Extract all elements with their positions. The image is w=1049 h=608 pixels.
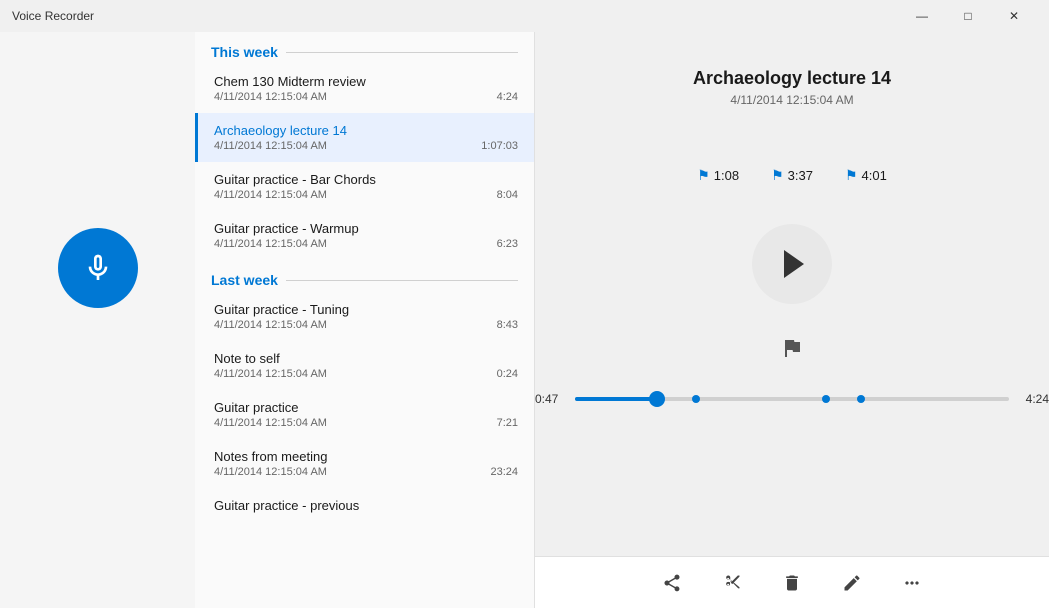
trim-icon bbox=[722, 573, 742, 593]
recording-title: Guitar practice - Tuning bbox=[214, 302, 518, 317]
record-button[interactable] bbox=[58, 228, 138, 308]
marker: ⚑ 3:37 bbox=[771, 167, 813, 184]
edit-icon bbox=[842, 573, 862, 593]
more-button[interactable] bbox=[894, 565, 930, 601]
recording-duration: 0:24 bbox=[497, 368, 518, 380]
section-header: Last week bbox=[195, 260, 534, 292]
add-marker-button[interactable] bbox=[780, 336, 804, 360]
recording-title: Chem 130 Midterm review bbox=[214, 74, 518, 89]
recording-item-bottom: 4/11/2014 12:15:04 AM 0:24 bbox=[214, 368, 518, 380]
recording-title: Guitar practice bbox=[214, 400, 518, 415]
share-button[interactable] bbox=[654, 565, 690, 601]
sidebar bbox=[0, 32, 195, 608]
delete-button[interactable] bbox=[774, 565, 810, 601]
close-button[interactable]: ✕ bbox=[991, 0, 1037, 32]
recording-item[interactable]: Guitar practice - Warmup 4/11/2014 12:15:… bbox=[195, 211, 534, 260]
recording-item-bottom: 4/11/2014 12:15:04 AM 23:24 bbox=[214, 466, 518, 478]
recording-item[interactable]: Guitar practice 4/11/2014 12:15:04 AM 7:21 bbox=[195, 390, 534, 439]
recording-date: 4/11/2014 12:15:04 AM bbox=[214, 91, 327, 103]
recording-item[interactable]: Guitar practice - Bar Chords 4/11/2014 12… bbox=[195, 162, 534, 211]
window-controls: — □ ✕ bbox=[899, 0, 1037, 32]
recording-duration: 8:04 bbox=[497, 189, 518, 201]
recording-date: 4/11/2014 12:15:04 AM bbox=[214, 140, 327, 152]
recording-date: 4/11/2014 12:15:04 AM bbox=[214, 417, 327, 429]
recording-item[interactable]: Notes from meeting 4/11/2014 12:15:04 AM 2… bbox=[195, 439, 534, 488]
section-header: This week bbox=[195, 32, 534, 64]
progress-area: 0:47 4:24 bbox=[535, 392, 1049, 406]
marker-time: 1:08 bbox=[714, 168, 739, 183]
recording-date: 4/11/2014 12:15:04 AM bbox=[214, 466, 327, 478]
recording-title: Guitar practice - Bar Chords bbox=[214, 172, 518, 187]
main-content: This week Chem 130 Midterm review 4/11/201… bbox=[0, 32, 1049, 608]
recording-item-bottom: 4/11/2014 12:15:04 AM 7:21 bbox=[214, 417, 518, 429]
marker: ⚑ 4:01 bbox=[845, 167, 887, 184]
player-main: Archaeology lecture 14 4/11/2014 12:15:0… bbox=[535, 32, 1049, 556]
rename-button[interactable] bbox=[834, 565, 870, 601]
progress-marker-dot bbox=[857, 395, 865, 403]
maximize-button[interactable]: □ bbox=[945, 0, 991, 32]
play-button[interactable] bbox=[752, 224, 832, 304]
recording-item-bottom: 4/11/2014 12:15:04 AM 8:04 bbox=[214, 189, 518, 201]
recording-duration: 23:24 bbox=[490, 466, 518, 478]
recording-title: Note to self bbox=[214, 351, 518, 366]
marker-flag-icon: ⚑ bbox=[697, 167, 710, 184]
player-title: Archaeology lecture 14 bbox=[693, 68, 891, 89]
recording-item[interactable]: Note to self 4/11/2014 12:15:04 AM 0:24 bbox=[195, 341, 534, 390]
recording-item-bottom: 4/11/2014 12:15:04 AM 8:43 bbox=[214, 319, 518, 331]
microphone-icon bbox=[82, 252, 114, 284]
recording-duration: 7:21 bbox=[497, 417, 518, 429]
more-icon bbox=[902, 573, 922, 593]
recording-item[interactable]: Chem 130 Midterm review 4/11/2014 12:15:0… bbox=[195, 64, 534, 113]
recording-title: Notes from meeting bbox=[214, 449, 518, 464]
recording-date: 4/11/2014 12:15:04 AM bbox=[214, 368, 327, 380]
marker: ⚑ 1:08 bbox=[697, 167, 739, 184]
markers-row: ⚑ 1:08 ⚑ 3:37 ⚑ 4:01 bbox=[697, 167, 887, 184]
marker-time: 3:37 bbox=[788, 168, 813, 183]
progress-fill bbox=[575, 397, 657, 401]
recording-item-bottom: 4/11/2014 12:15:04 AM 4:24 bbox=[214, 91, 518, 103]
recording-title: Guitar practice - previous bbox=[214, 498, 518, 513]
app-title: Voice Recorder bbox=[12, 9, 899, 23]
trim-button[interactable] bbox=[714, 565, 750, 601]
marker-flag-icon: ⚑ bbox=[845, 167, 858, 184]
progress-marker-dot bbox=[822, 395, 830, 403]
recording-date: 4/11/2014 12:15:04 AM bbox=[214, 189, 327, 201]
recording-list: This week Chem 130 Midterm review 4/11/201… bbox=[195, 32, 535, 608]
player-toolbar bbox=[535, 556, 1049, 608]
player-panel: Archaeology lecture 14 4/11/2014 12:15:0… bbox=[535, 32, 1049, 608]
progress-bar[interactable] bbox=[575, 397, 1009, 401]
recording-duration: 1:07:03 bbox=[481, 140, 518, 152]
recording-item-bottom: 4/11/2014 12:15:04 AM 1:07:03 bbox=[214, 140, 518, 152]
player-date: 4/11/2014 12:15:04 AM bbox=[730, 93, 853, 107]
flag-icon bbox=[780, 336, 804, 360]
recording-item[interactable]: Guitar practice - Tuning 4/11/2014 12:15:… bbox=[195, 292, 534, 341]
play-icon bbox=[784, 250, 804, 278]
recording-title: Archaeology lecture 14 bbox=[214, 123, 518, 138]
progress-thumb bbox=[649, 391, 665, 407]
current-time: 0:47 bbox=[535, 392, 567, 406]
recording-title: Guitar practice - Warmup bbox=[214, 221, 518, 236]
marker-flag-icon: ⚑ bbox=[771, 167, 784, 184]
title-bar: Voice Recorder — □ ✕ bbox=[0, 0, 1049, 32]
recording-duration: 8:43 bbox=[497, 319, 518, 331]
recording-item-bottom: 4/11/2014 12:15:04 AM 6:23 bbox=[214, 238, 518, 250]
recording-item[interactable]: Archaeology lecture 14 4/11/2014 12:15:04… bbox=[195, 113, 534, 162]
progress-marker-dot bbox=[692, 395, 700, 403]
total-time: 4:24 bbox=[1017, 392, 1049, 406]
marker-time: 4:01 bbox=[862, 168, 887, 183]
share-icon bbox=[662, 573, 682, 593]
recording-date: 4/11/2014 12:15:04 AM bbox=[214, 319, 327, 331]
recording-date: 4/11/2014 12:15:04 AM bbox=[214, 238, 327, 250]
minimize-button[interactable]: — bbox=[899, 0, 945, 32]
delete-icon bbox=[782, 573, 802, 593]
recording-item[interactable]: Guitar practice - previous bbox=[195, 488, 534, 525]
play-button-container bbox=[752, 224, 832, 304]
recording-duration: 4:24 bbox=[497, 91, 518, 103]
recording-duration: 6:23 bbox=[497, 238, 518, 250]
